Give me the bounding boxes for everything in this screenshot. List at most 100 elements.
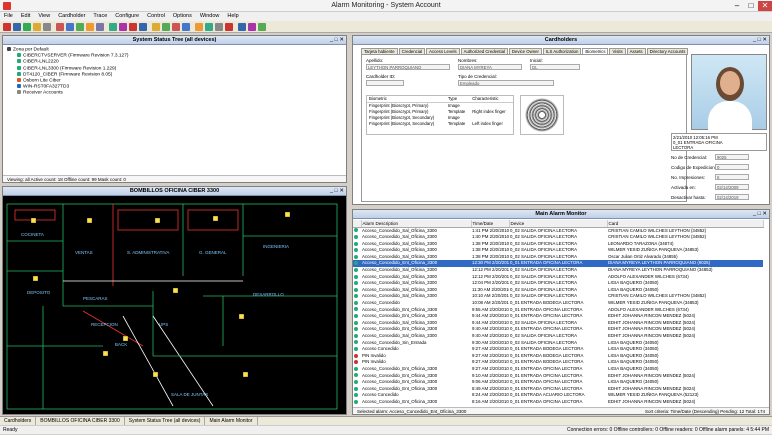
menu-control[interactable]: Control — [143, 12, 169, 21]
maximize-button[interactable]: □ — [744, 1, 758, 11]
toolbar-icon[interactable] — [96, 23, 104, 31]
col-time-date[interactable]: Time/Date — [471, 220, 509, 227]
menu-edit[interactable]: Edit — [17, 12, 34, 21]
menu-file[interactable]: File — [0, 12, 17, 21]
room-label: RECEPCION — [91, 322, 118, 327]
alarm-row[interactable]: Acceso_Concedido_Sal_Oficina_330012:12 P… — [353, 274, 763, 281]
alarm-row[interactable]: Acceso_Concedido_Sal_Oficina_330010:10 A… — [353, 293, 763, 300]
cardholder-id-field[interactable] — [366, 80, 404, 86]
toolbar-icon[interactable] — [56, 23, 64, 31]
panel-title: BOMBILLOS OFICINA CIBER 3300_ □ ✕ — [3, 187, 346, 196]
alarm-row[interactable]: Acceso_Concedido_Sal_Oficina_33001:38 PM… — [353, 241, 763, 248]
alarm-row[interactable]: PIN Invalido9:27 AM 2/20/20100_01 ENTRAD… — [353, 353, 763, 360]
menu-configure[interactable]: Configure — [111, 12, 143, 21]
taskbar-cardholders[interactable]: Cardholders — [0, 417, 36, 425]
alarm-row[interactable]: Acceso_Concedido_Ent_Oficina_33009:10 AM… — [353, 373, 763, 380]
alarm-row[interactable]: Acceso_Concedido_Sin_Entrada9:30 AM 2/20… — [353, 340, 763, 347]
toolbar-icon[interactable] — [43, 23, 51, 31]
alarm-row[interactable]: Acceso_Concedido_Sal_Oficina_330012:12 P… — [353, 267, 763, 274]
toolbar-icon[interactable] — [195, 23, 203, 31]
alarm-row[interactable]: Acceso_Concedido10:08 AM 2/20/20100_01 E… — [353, 300, 763, 307]
toolbar-icon[interactable] — [13, 23, 21, 31]
card-field-value[interactable]: 0 — [715, 164, 749, 170]
toolbar-icon[interactable] — [215, 23, 223, 31]
menu-options[interactable]: Options — [169, 12, 196, 21]
alarm-row[interactable]: Acceso_Concedido_Sal_Oficina_33009:44 AM… — [353, 320, 763, 327]
toolbar-icon[interactable] — [152, 23, 160, 31]
alarm-row[interactable]: Acceso_Concedido_Ent_Oficina_33009:40 AM… — [353, 326, 763, 333]
panel-controls[interactable]: _ □ ✕ — [753, 36, 767, 45]
nombres-field[interactable]: DIANA MYREYA — [458, 64, 522, 70]
alarm-row[interactable]: Acceso_Concedido_Ent_Oficina_33009:06 AM… — [353, 379, 763, 386]
toolbar-icon[interactable] — [248, 23, 256, 31]
alarm-row[interactable]: Acceso Concedido9:27 AM 2/20/20100_01 EN… — [353, 346, 763, 353]
toolbar-icon[interactable] — [76, 23, 84, 31]
toolbar-icon[interactable] — [23, 23, 31, 31]
tipo-credencial-select[interactable]: Empleado — [458, 80, 554, 86]
alarm-row[interactable]: Acceso_Concedido_Sal_Oficina_33001:41 PM… — [353, 227, 763, 234]
menu-help[interactable]: Help — [223, 12, 242, 21]
toolbar-icon[interactable] — [66, 23, 74, 31]
alarm-row[interactable]: Acceso_Concedido_Ent_Oficina_330012:30 P… — [353, 260, 763, 267]
fingerprint-image — [520, 95, 564, 135]
alarm-row[interactable]: Acceso_Concedido_Sal_Oficina_33001:38 PM… — [353, 254, 763, 261]
toolbar-icon[interactable] — [258, 23, 266, 31]
alarm-status-icon — [354, 301, 358, 305]
card-field-value[interactable]: 02/14/2009 — [715, 184, 749, 190]
alarm-row[interactable]: Acceso Concedido8:24 AM 2/20/20100_01 EN… — [353, 392, 763, 399]
card-field-value[interactable]: 6 — [715, 174, 749, 180]
menu-cardholder[interactable]: Cardholder — [54, 12, 89, 21]
toolbar-icon[interactable] — [238, 23, 246, 31]
alarm-row[interactable]: PIN Invalido9:27 AM 2/20/20100_01 ENTRAD… — [353, 359, 763, 366]
menu-view[interactable]: View — [34, 12, 54, 21]
alarm-row[interactable]: Acceso_Concedido_Ent_Oficina_33008:16 AM… — [353, 399, 763, 406]
minimize-button[interactable]: – — [730, 1, 744, 11]
apellido-field[interactable]: LEYTHON PARROQUIANO — [366, 64, 450, 70]
inicial-field[interactable]: DL — [530, 64, 580, 70]
alarm-row[interactable]: Acceso_Concedido_Sal_Oficina_33001:40 PM… — [353, 234, 763, 241]
taskbar-map[interactable]: BOMBILLOS OFICINA CIBER 3300 — [36, 417, 124, 425]
toolbar-icon[interactable] — [3, 23, 11, 31]
toolbar-icon[interactable] — [129, 23, 137, 31]
tree-item[interactable]: Receiver Accounts — [7, 90, 342, 96]
alarm-status-icon — [354, 261, 358, 265]
tipo-credencial-label: Tipo de Credencial: — [458, 74, 497, 79]
col-card[interactable]: Card — [607, 220, 763, 227]
col-alarm-description[interactable]: Alarm Description — [361, 220, 471, 227]
alarm-row[interactable]: Acceso_Concedido_Sal_Oficina_33001:38 PM… — [353, 247, 763, 254]
card-field-value[interactable]: 9025 — [715, 154, 749, 160]
taskbar-status-tree[interactable]: System Status Tree (all devices) — [125, 417, 206, 425]
menu-trace[interactable]: Trace — [89, 12, 111, 21]
toolbar-icon[interactable] — [182, 23, 190, 31]
panel-controls[interactable]: _ □ ✕ — [330, 187, 344, 196]
taskbar-alarm-monitor[interactable]: Main Alarm Monitor — [205, 417, 257, 425]
panel-controls[interactable]: _ □ ✕ — [753, 210, 767, 219]
toolbar-icon[interactable] — [162, 23, 170, 31]
toolbar-icon[interactable] — [205, 23, 213, 31]
alarm-row[interactable]: Acceso_Concedido_Ent_Oficina_33008:49 AM… — [353, 386, 763, 393]
biometric-row[interactable]: Fingerprint (Bioscrypt, Secondary)Templa… — [367, 121, 513, 127]
card-field-value[interactable]: 02/14/2019 — [715, 194, 749, 200]
nombres-label: Nombres: — [458, 58, 478, 63]
col-device[interactable]: Device — [509, 220, 607, 227]
alarm-row[interactable]: Acceso_Concedido_Ent_Oficina_33009:44 AM… — [353, 313, 763, 320]
toolbar-icon[interactable] — [172, 23, 180, 31]
alarm-status-icon — [354, 327, 358, 331]
toolbar-icon[interactable] — [86, 23, 94, 31]
alarm-status-icon — [354, 242, 358, 246]
toolbar-icon[interactable] — [33, 23, 41, 31]
alarm-row[interactable]: Acceso_Concedido_Sal_Oficina_33009:40 AM… — [353, 333, 763, 340]
close-button[interactable]: ✕ — [758, 1, 772, 11]
alarm-row[interactable]: Acceso_Concedido_Sal_Oficina_330011:30 A… — [353, 287, 763, 294]
menu-window[interactable]: Window — [196, 12, 224, 21]
toolbar-icon[interactable] — [139, 23, 147, 31]
alarm-row[interactable]: Acceso_Concedido_Ent_Oficina_33009:55 AM… — [353, 307, 763, 314]
toolbar-icon[interactable] — [109, 23, 117, 31]
toolbar-icon[interactable] — [119, 23, 127, 31]
alarm-status-icon — [354, 321, 358, 325]
alarm-row[interactable]: Acceso_Concedido_Ent_Oficina_33009:27 AM… — [353, 366, 763, 373]
panel-controls[interactable]: _ □ ✕ — [330, 36, 344, 45]
toolbar-icon[interactable] — [225, 23, 233, 31]
system-status-tree-panel: System Status Tree (all devices)_ □ ✕ Zo… — [2, 35, 347, 183]
alarm-row[interactable]: Acceso_Concedido_Sal_Oficina_330012:04 P… — [353, 280, 763, 287]
